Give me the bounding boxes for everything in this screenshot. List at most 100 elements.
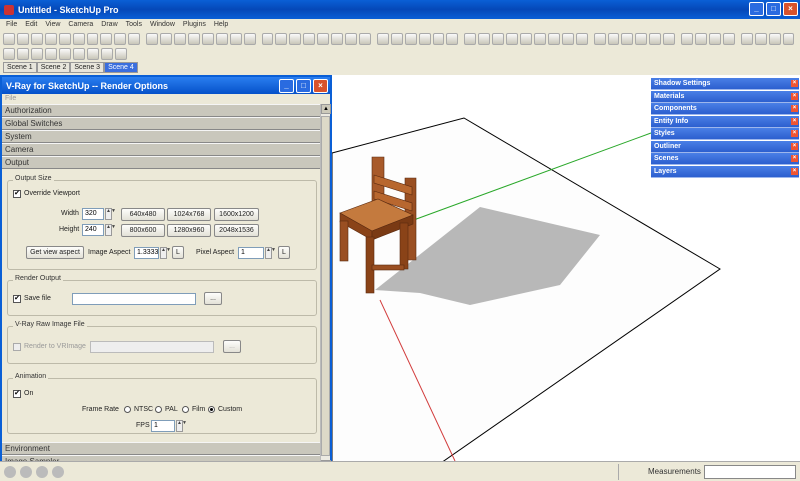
- tab-scene-2[interactable]: Scene 2: [36, 62, 71, 73]
- rollout-authorization[interactable]: Authorization: [2, 104, 322, 117]
- toolbar-tool-button[interactable]: [663, 33, 676, 45]
- preset-1600x1200-button[interactable]: 1600x1200: [214, 208, 259, 221]
- toolbar-tool-button[interactable]: [86, 33, 99, 45]
- toolbar-tool-button[interactable]: [115, 48, 127, 60]
- toolbar-tool-button[interactable]: [215, 33, 228, 45]
- toolbar-tool-button[interactable]: [3, 48, 15, 60]
- height-field[interactable]: 240: [82, 224, 104, 236]
- toolbar-tool-button[interactable]: [331, 33, 344, 45]
- frame-rate-film-radio[interactable]: [182, 406, 189, 413]
- rollout-camera[interactable]: Camera: [2, 143, 322, 156]
- toolbar-tool-button[interactable]: [16, 33, 29, 45]
- toolbar-tool-button[interactable]: [418, 33, 431, 45]
- tray-materials[interactable]: Materials ×: [651, 90, 799, 103]
- menu-tools[interactable]: Tools: [126, 21, 142, 28]
- image-aspect-lock-button[interactable]: L: [172, 246, 184, 259]
- toolbar-tool-button[interactable]: [376, 33, 389, 45]
- close-icon[interactable]: ×: [791, 105, 798, 112]
- tab-scene-3[interactable]: Scene 3: [70, 62, 105, 73]
- preset-1024x768-button[interactable]: 1024x768: [167, 208, 211, 221]
- vrimage-path-field[interactable]: [90, 341, 214, 353]
- tab-scene-1[interactable]: Scene 1: [3, 62, 37, 73]
- width-spinner[interactable]: ▲▼: [105, 208, 116, 220]
- pixel-aspect-field[interactable]: 1: [238, 247, 264, 259]
- toolbar-tool-button[interactable]: [708, 33, 721, 45]
- vray-scrollbar[interactable]: ▲ ▼: [320, 104, 331, 470]
- preset-2048x1536-button[interactable]: 2048x1536: [214, 224, 259, 237]
- toolbar-tool-button[interactable]: [44, 33, 57, 45]
- toolbar-tool-button[interactable]: [607, 33, 620, 45]
- toolbar-tool-button[interactable]: [345, 33, 357, 45]
- menu-draw[interactable]: Draw: [101, 21, 117, 28]
- rollout-output[interactable]: Output: [2, 156, 322, 169]
- vray-minimize-button[interactable]: _: [279, 79, 294, 93]
- toolbar-tool-button[interactable]: [31, 48, 43, 60]
- toolbar-tool-button[interactable]: [695, 33, 707, 45]
- vray-file-menu[interactable]: File: [2, 94, 330, 104]
- scroll-up-arrow-icon[interactable]: ▲: [321, 104, 331, 114]
- toolbar-tool-button[interactable]: [390, 33, 403, 45]
- close-icon[interactable]: ×: [791, 155, 798, 162]
- measurements-field[interactable]: [704, 465, 796, 479]
- credits-icon[interactable]: [20, 465, 32, 478]
- tray-components[interactable]: Components ×: [651, 103, 799, 115]
- toolbar-tool-button[interactable]: [3, 33, 15, 45]
- toolbar-tool-button[interactable]: [446, 33, 459, 45]
- toolbar-tool-button[interactable]: [45, 48, 57, 60]
- image-aspect-spinner[interactable]: ▲▼: [160, 247, 171, 259]
- toolbar-tool-button[interactable]: [58, 33, 71, 45]
- toolbar-tool-button[interactable]: [464, 33, 477, 45]
- toolbar-tool-button[interactable]: [768, 33, 781, 45]
- toolbar-tool-button[interactable]: [506, 33, 519, 45]
- geo-location-icon[interactable]: [4, 465, 16, 478]
- rollout-global-switches[interactable]: Global Switches: [2, 117, 322, 130]
- toolbar-tool-button[interactable]: [303, 33, 316, 45]
- toolbar-tool-button[interactable]: [146, 33, 159, 45]
- close-icon[interactable]: ×: [791, 167, 798, 175]
- minimize-button[interactable]: _: [749, 2, 764, 16]
- rollout-system[interactable]: System: [2, 130, 322, 143]
- get-view-aspect-button[interactable]: Get view aspect: [26, 246, 84, 259]
- instructor-icon[interactable]: [52, 465, 64, 478]
- close-icon[interactable]: ×: [791, 130, 798, 137]
- animation-on-checkbox[interactable]: ✔: [13, 390, 21, 398]
- override-viewport-checkbox[interactable]: ✔: [13, 190, 21, 198]
- save-file-checkbox[interactable]: ✔: [13, 295, 21, 303]
- menu-camera[interactable]: Camera: [68, 21, 93, 28]
- toolbar-tool-button[interactable]: [635, 33, 648, 45]
- toolbar-tool-button[interactable]: [160, 33, 173, 45]
- save-file-path-field[interactable]: [72, 293, 196, 305]
- image-aspect-field[interactable]: 1.3333: [134, 247, 159, 259]
- preset-800x600-button[interactable]: 800x600: [121, 224, 165, 237]
- toolbar-tool-button[interactable]: [59, 48, 71, 60]
- toolbar-tool-button[interactable]: [533, 33, 546, 45]
- toolbar-tool-button[interactable]: [100, 33, 113, 45]
- fps-spinner[interactable]: ▲▼: [176, 420, 187, 432]
- toolbar-tool-button[interactable]: [722, 33, 735, 45]
- height-spinner[interactable]: ▲▼: [105, 224, 116, 236]
- toolbar-tool-button[interactable]: [358, 33, 371, 45]
- close-icon[interactable]: ×: [791, 117, 798, 125]
- menu-help[interactable]: Help: [214, 21, 228, 28]
- toolbar-tool-button[interactable]: [478, 33, 491, 45]
- toolbar-tool-button[interactable]: [289, 33, 302, 45]
- toolbar-tool-button[interactable]: [575, 33, 588, 45]
- tray-outliner[interactable]: Outliner ×: [651, 140, 799, 153]
- toolbar-tool-button[interactable]: [261, 33, 274, 45]
- toolbar-tool-button[interactable]: [187, 33, 200, 45]
- menu-edit[interactable]: Edit: [25, 21, 37, 28]
- toolbar-tool-button[interactable]: [593, 33, 606, 45]
- toolbar-tool-button[interactable]: [229, 33, 242, 45]
- tray-shadow-settings[interactable]: Shadow Settings ×: [651, 78, 799, 90]
- toolbar-tool-button[interactable]: [547, 33, 560, 45]
- close-icon[interactable]: ×: [791, 92, 798, 100]
- toolbar-tool-button[interactable]: [561, 33, 574, 45]
- preset-640x480-button[interactable]: 640x480: [121, 208, 165, 221]
- help-icon[interactable]: [36, 465, 48, 478]
- toolbar-tool-button[interactable]: [201, 33, 214, 45]
- toolbar-tool-button[interactable]: [432, 33, 445, 45]
- width-field[interactable]: 320: [82, 208, 104, 220]
- close-icon[interactable]: ×: [791, 142, 798, 150]
- tab-scene-4[interactable]: Scene 4: [104, 62, 138, 73]
- menu-plugins[interactable]: Plugins: [183, 21, 206, 28]
